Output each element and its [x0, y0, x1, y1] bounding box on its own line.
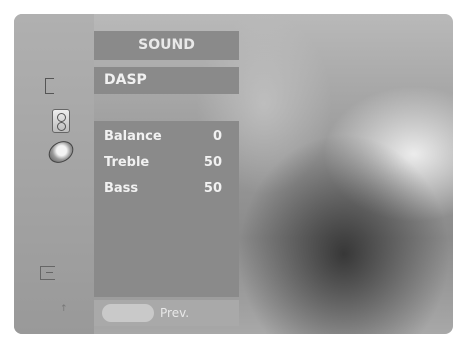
plug-icon[interactable] — [40, 266, 55, 280]
navigation-bar: Prev. — [94, 300, 239, 326]
prev-label: Prev. — [160, 306, 190, 320]
menu-item-treble[interactable]: Treble 50 — [104, 151, 232, 175]
menu-item-value: 50 — [203, 155, 222, 170]
menu-item-dasp-label: DASP — [104, 72, 147, 88]
prev-button[interactable] — [102, 304, 154, 322]
sound-settings-list: Balance 0 Treble 50 Bass 50 — [94, 121, 239, 297]
menu-item-label: Bass — [104, 181, 139, 196]
menu-item-dasp[interactable]: DASP — [94, 67, 239, 94]
tv-osd-screen: ↑ SOUND DASP Balance 0 Treble 50 Bass 50… — [14, 14, 453, 334]
menu-icon-strip — [14, 14, 94, 334]
menu-item-bass[interactable]: Bass 50 — [104, 177, 232, 201]
bracket-icon[interactable] — [45, 78, 54, 94]
menu-item-label: Balance — [104, 129, 162, 144]
menu-item-label: Treble — [104, 155, 150, 170]
menu-title: SOUND — [94, 31, 239, 60]
menu-item-value: 0 — [212, 129, 222, 144]
menu-item-value: 50 — [203, 181, 222, 196]
arrow-icon: ↑ — [60, 304, 68, 314]
menu-item-balance[interactable]: Balance 0 — [104, 125, 232, 149]
speaker-icon[interactable] — [52, 109, 70, 133]
